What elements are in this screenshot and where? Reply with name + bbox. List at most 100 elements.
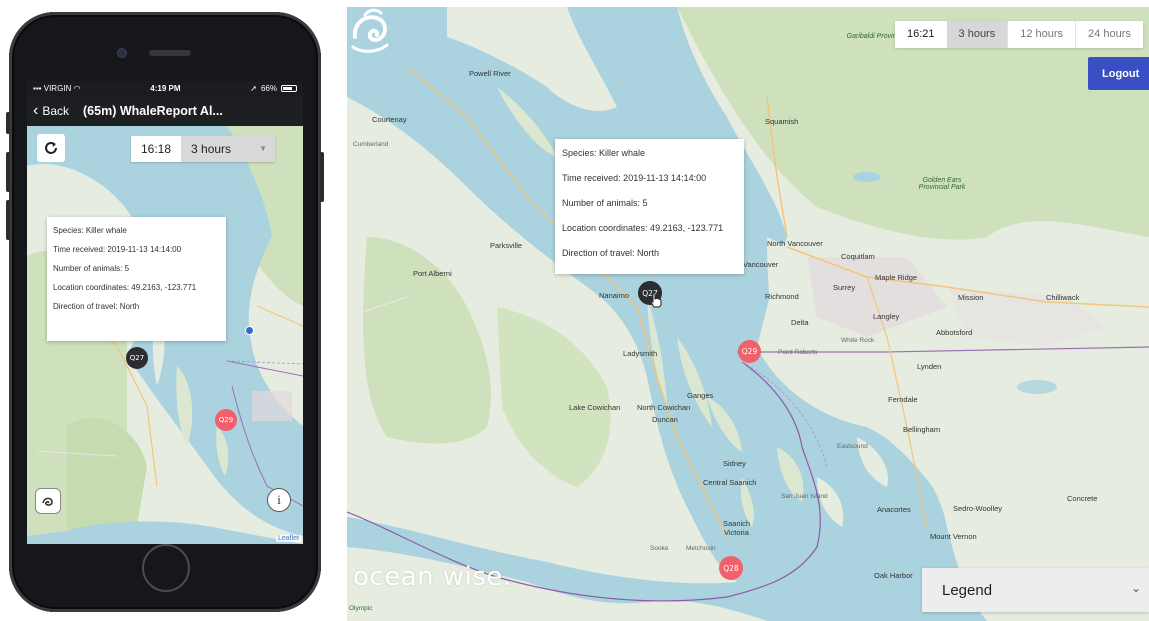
range-option-12-hours[interactable]: 12 hours [1007,21,1076,48]
info-button[interactable]: i [267,488,291,512]
place-golden-ears: Golden Ears Provincial Park [918,177,966,191]
place-point-roberts: Point Roberts [778,349,818,356]
refresh-button[interactable] [37,134,65,162]
place-olympic: Olympic [349,605,373,612]
sighting-popup: Species: Killer whale Time received: 201… [555,139,744,274]
place-sedro-woolley: Sedro-Woolley [953,504,1003,513]
battery-icon [280,85,297,92]
back-label: Back [42,104,70,118]
place-port-alberni: Port Alberni [413,269,452,278]
place-coquitlam: Coquitlam [841,252,875,261]
place-ladysmith: Ladysmith [623,349,658,358]
info-icon: i [277,492,281,507]
place-ferndale: Ferndale [888,395,918,404]
phone-device: ▪▪▪ VIRGIN ◠ 4:19 PM ➚ 66% ‹ Back (65m) … [6,12,324,612]
sighting-popup: Species: Killer whale Time received: 201… [47,217,226,341]
range-option-3-hours[interactable]: 3 hours [946,21,1008,48]
popup-direction: Direction of travel: North [562,248,660,258]
popup-coordinates: Location coordinates: 49.2163, -123.771 [53,283,197,292]
hand-cursor-icon [650,292,662,308]
place-mission: Mission [958,293,984,302]
range-select[interactable]: 3 hours ▼ [181,136,276,162]
place-vancouver: Vancouver [743,260,779,269]
place-cumberland: Cumberland [353,141,389,148]
phone-map[interactable]: 16:18 3 hours ▼ Species: Killer whale Ti… [27,126,303,544]
current-time: 16:18 [131,136,182,162]
mute-switch [6,112,10,134]
place-saanich: Saanich [723,519,751,528]
place-abbotsford: Abbotsford [936,328,973,337]
status-time: 4:19 PM [150,84,181,93]
volume-up-button [6,152,10,192]
place-san-juan-island: San Juan Island [781,493,828,500]
ocean-wise-logo-button[interactable] [35,488,61,514]
place-north-cowichan: North Cowichan [637,403,691,412]
place-parksville: Parksville [490,241,523,250]
time-range-control: 16:18 3 hours ▼ [131,136,276,162]
place-nanaimo: Nanaimo [599,291,630,300]
popup-time-received: Time received: 2019-11-13 14:14:00 [53,245,182,254]
popup-coordinates: Location coordinates: 49.2163, -123.771 [562,223,724,233]
logout-button[interactable]: Logout [1088,57,1149,90]
popup-animals: Number of animals: 5 [562,198,648,208]
place-langley: Langley [873,312,900,321]
place-delta: Delta [791,318,809,327]
home-button[interactable] [142,544,190,592]
place-richmond: Richmond [765,292,799,301]
ocean-wise-logo-icon [42,497,53,506]
place-lake-cowichan: Lake Cowichan [569,403,621,412]
time-range-control: 16:21 3 hours 12 hours 24 hours [895,21,1143,48]
marker-q28[interactable]: Q28 [719,556,743,580]
front-camera [117,48,127,58]
ocean-wise-wave-icon [351,8,389,53]
popup-direction: Direction of travel: North [53,302,140,311]
place-squamish: Squamish [765,117,799,126]
chevron-down-icon: ⌄ [1130,581,1141,595]
user-location-dot [245,326,254,335]
popup-time-received: Time received: 2019-11-13 14:14:00 [562,173,707,183]
page-title: (65m) WhaleReport Al... [83,104,223,118]
status-bar: ▪▪▪ VIRGIN ◠ 4:19 PM ➚ 66% [27,81,303,96]
popup-species: Species: Killer whale [562,148,646,158]
place-lynden: Lynden [917,362,942,371]
place-mount-vernon: Mount Vernon [930,532,977,541]
refresh-icon [45,142,57,154]
ocean-wise-brand: ocean wise. [353,562,512,592]
legend-label: Legend [942,581,993,599]
phone-screen: ▪▪▪ VIRGIN ◠ 4:19 PM ➚ 66% ‹ Back (65m) … [27,81,303,544]
caret-down-icon: ▼ [259,144,268,153]
place-powell-river: Powell River [469,69,511,78]
place-sidney: Sidney [723,459,746,468]
place-chilliwack: Chilliwack [1046,293,1080,302]
place-concrete: Concrete [1067,494,1098,503]
desktop-map[interactable]: Powell River Courtenay Cumberland Squami… [347,7,1149,621]
place-duncan: Duncan [652,415,678,424]
app-navbar: ‹ Back (65m) WhaleReport Al... [27,96,303,126]
place-surrey: Surrey [833,283,856,292]
place-eastsound: Eastsound [837,443,868,450]
battery-percent: 66% [260,84,277,93]
place-courtenay: Courtenay [372,115,407,124]
volume-down-button [6,200,10,240]
power-button [320,152,324,202]
status-right: ➚ 66% [250,84,297,93]
location-arrow-icon: ➚ [250,84,257,93]
range-select-value: 3 hours [191,142,232,156]
place-anacortes: Anacortes [877,505,911,514]
legend-dropdown[interactable]: Legend ⌄ [922,568,1149,612]
popup-animals: Number of animals: 5 [53,264,130,273]
place-bellingham: Bellingham [903,425,941,434]
marker-q29[interactable]: Q29 [738,340,761,363]
marker-q27[interactable]: Q27 [126,347,148,369]
place-maple-ridge: Maple Ridge [875,273,918,282]
range-option-24-hours[interactable]: 24 hours [1075,21,1143,48]
back-button[interactable]: ‹ Back [33,103,70,119]
place-central-saanich: Central Saanich [703,478,757,487]
leaflet-attribution[interactable]: Leaflet [275,535,301,542]
place-ganges: Ganges [687,391,714,400]
earpiece-speaker [149,50,191,56]
place-metchosin: Metchosin [686,545,716,552]
place-white-rock: White Rock [841,337,875,344]
marker-q29[interactable]: Q29 [215,409,237,431]
popup-species: Species: Killer whale [53,226,127,235]
